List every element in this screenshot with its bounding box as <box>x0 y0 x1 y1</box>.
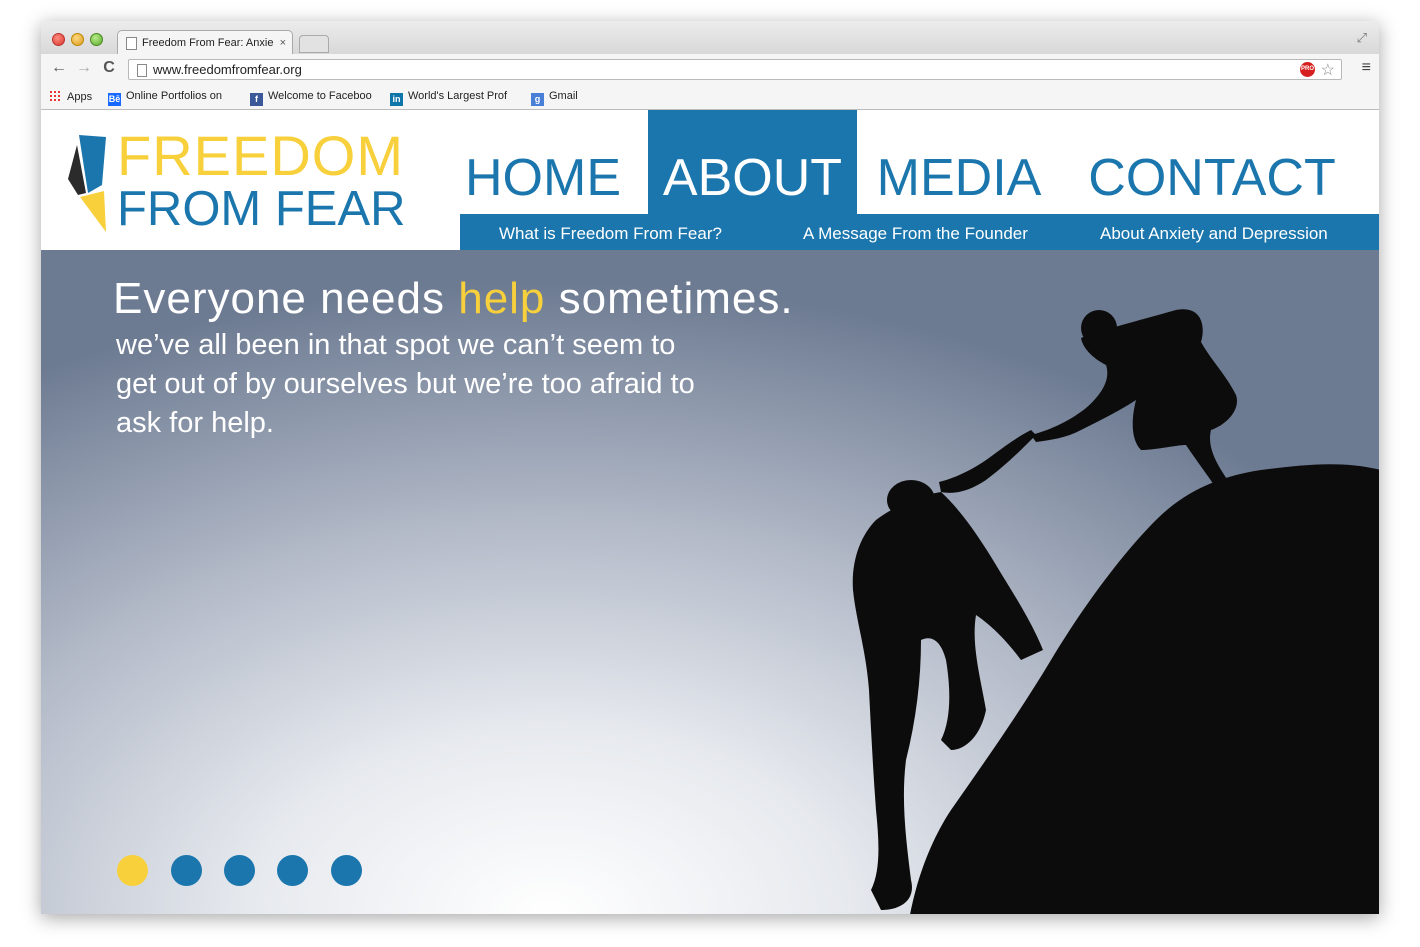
logo-text-from-fear[interactable]: FROM FEAR <box>117 182 406 236</box>
hero-subtitle: we’ve all been in that spot we can’t see… <box>116 329 695 439</box>
browser-window: Freedom From Fear: Anxie × ⤢ ← → C www.f… <box>41 21 1379 914</box>
minimize-window-button[interactable] <box>71 33 84 46</box>
logo-shield-icon <box>68 135 106 232</box>
nav-contact[interactable]: CONTACT <box>1071 110 1353 214</box>
slider-dot-3[interactable] <box>224 855 255 886</box>
slider-dot-5[interactable] <box>331 855 362 886</box>
slider-dot-1[interactable] <box>117 855 148 886</box>
new-tab-button[interactable] <box>299 35 329 53</box>
nav-media[interactable]: MEDIA <box>871 110 1047 214</box>
bookmarks-bar: Apps Bē Online Portfolios on f Welcome to … <box>41 85 1379 110</box>
hero-banner: Everyone needs help sometimes. we’ve all… <box>41 250 1379 914</box>
slider-dot-2[interactable] <box>171 855 202 886</box>
subnav-what-is[interactable]: What is Freedom From Fear? <box>499 214 722 254</box>
about-subnav: What is Freedom From Fear? A Message Fro… <box>460 214 1379 250</box>
site-header: FREEDOM FROM FEAR HOME ABOUT MEDIA CONTA… <box>41 110 1379 250</box>
browser-tab[interactable]: Freedom From Fear: Anxie × <box>117 30 293 54</box>
forward-button[interactable]: → <box>74 59 94 77</box>
hero-title-highlight: help <box>458 274 546 323</box>
bookmark-facebook[interactable]: f Welcome to Faceboo <box>250 90 372 106</box>
apps-grid-icon <box>49 90 61 102</box>
subnav-anxiety-depression[interactable]: About Anxiety and Depression <box>1100 214 1328 254</box>
page-icon <box>137 64 147 77</box>
hero-title-part: sometimes. <box>545 274 794 323</box>
browser-toolbar: ← → C www.freedomfromfear.org PRO ☆ ≡ <box>41 54 1379 85</box>
climbers-silhouette-image <box>852 309 1379 914</box>
hero-title-part: Everyone needs <box>113 274 459 323</box>
close-window-button[interactable] <box>52 33 65 46</box>
tab-strip: Freedom From Fear: Anxie × ⤢ <box>41 21 1379 54</box>
logo-text-freedom[interactable]: FREEDOM <box>117 126 404 186</box>
bookmark-gmail[interactable]: g Gmail <box>531 90 578 106</box>
bookmark-apps[interactable]: Apps <box>49 90 92 103</box>
browser-menu-icon[interactable]: ≡ <box>1362 59 1371 77</box>
reload-button[interactable]: C <box>99 59 119 77</box>
behance-icon: Bē <box>108 93 121 106</box>
bookmark-label: World's Largest Prof <box>408 90 508 102</box>
bookmark-behance[interactable]: Bē Online Portfolios on <box>108 90 222 106</box>
bookmark-label: Apps <box>67 91 93 103</box>
bookmark-label: Online Portfolios on <box>126 90 222 102</box>
bookmark-label: Welcome to Faceboo <box>268 90 372 102</box>
hero-title: Everyone needs help sometimes. <box>113 274 794 324</box>
back-button[interactable]: ← <box>49 59 69 77</box>
page-icon <box>126 37 137 50</box>
fullscreen-icon[interactable]: ⤢ <box>1357 30 1367 46</box>
close-tab-icon[interactable]: × <box>280 31 286 54</box>
subnav-founder-message[interactable]: A Message From the Founder <box>803 214 1028 254</box>
url-text: www.freedomfromfear.org <box>153 62 302 77</box>
slider-dot-4[interactable] <box>277 855 308 886</box>
google-icon: g <box>531 93 544 106</box>
address-bar[interactable]: www.freedomfromfear.org PRO ☆ <box>128 59 1342 80</box>
bookmark-star-icon[interactable]: ☆ <box>1321 60 1335 80</box>
linkedin-icon: in <box>390 93 403 106</box>
bookmark-label: Gmail <box>549 90 578 102</box>
tab-title: Freedom From Fear: Anxie <box>142 37 274 49</box>
nav-home[interactable]: HOME <box>455 110 631 214</box>
bookmark-linkedin[interactable]: in World's Largest Prof <box>390 90 507 106</box>
zoom-window-button[interactable] <box>90 33 103 46</box>
facebook-icon: f <box>250 93 263 106</box>
nav-about[interactable]: ABOUT <box>648 110 857 214</box>
extension-pro-icon[interactable]: PRO <box>1300 62 1315 77</box>
